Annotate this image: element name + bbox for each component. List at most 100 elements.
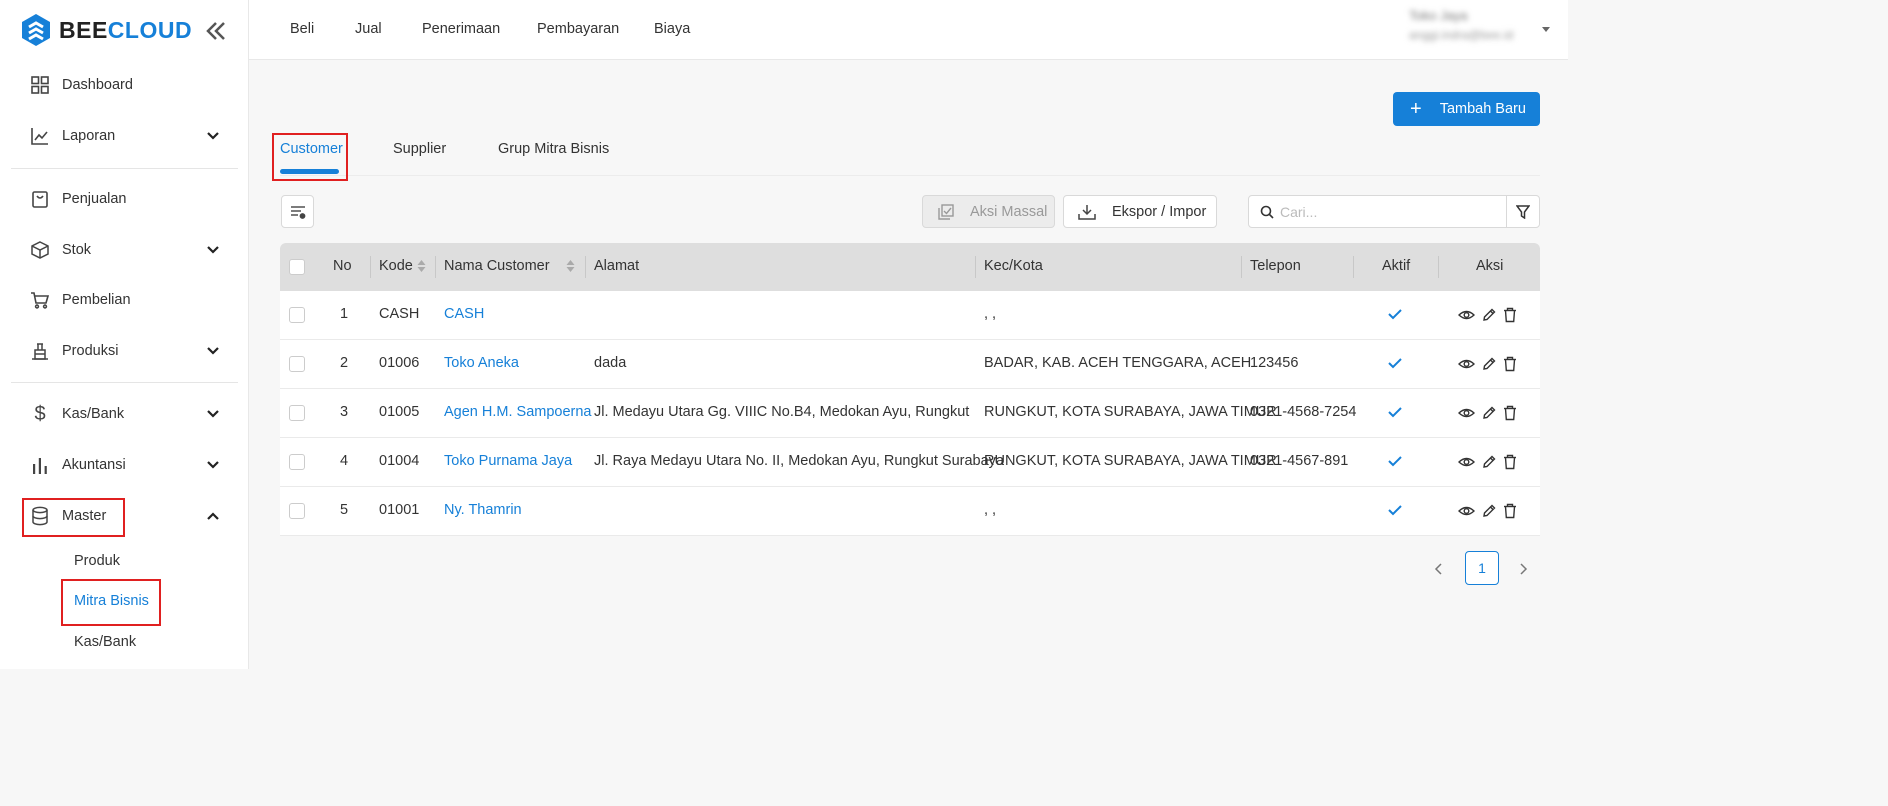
highlight-box-mitra-bisnis xyxy=(61,579,161,626)
topmenu-pembayaran[interactable]: Pembayaran xyxy=(537,21,619,37)
column-header-nama-customer[interactable]: Nama Customer xyxy=(444,258,550,274)
factory-icon xyxy=(30,341,50,361)
sidebar-item-pembelian[interactable]: Pembelian xyxy=(30,283,226,317)
column-separator xyxy=(975,256,976,278)
chevron-down-icon xyxy=(207,246,219,254)
page-number-button[interactable]: 1 xyxy=(1465,551,1499,585)
row-checkbox[interactable] xyxy=(289,503,305,519)
edit-pencil-icon[interactable] xyxy=(1481,307,1497,323)
column-settings-button[interactable] xyxy=(281,195,314,228)
column-separator xyxy=(435,256,436,278)
search-box xyxy=(1248,195,1507,228)
previous-page-icon[interactable] xyxy=(1430,559,1448,579)
cell-nama-customer[interactable]: CASH xyxy=(444,306,484,322)
bulk-action-button[interactable]: Aksi Massal xyxy=(922,195,1055,228)
select-all-checkbox[interactable] xyxy=(289,259,305,275)
add-new-button[interactable]: + Tambah Baru xyxy=(1393,92,1540,126)
dollar-icon: $ xyxy=(34,402,46,425)
sidebar-item-penjualan[interactable]: Penjualan xyxy=(30,182,226,216)
edit-pencil-icon[interactable] xyxy=(1481,405,1497,421)
column-header-kode[interactable]: Kode xyxy=(379,258,426,274)
sort-icon[interactable] xyxy=(566,259,575,273)
sidebar-item-kas-bank[interactable]: $ Kas/Bank xyxy=(30,397,226,431)
search-input[interactable] xyxy=(1280,203,1480,220)
cell-kode: 01006 xyxy=(379,355,420,371)
export-import-button[interactable]: Ekspor / Impor xyxy=(1063,195,1217,228)
cell-nama-customer[interactable]: Toko Purnama Jaya xyxy=(444,453,572,469)
view-eye-icon[interactable] xyxy=(1458,454,1475,470)
edit-pencil-icon[interactable] xyxy=(1481,503,1497,519)
logo[interactable]: BEECLOUD xyxy=(21,13,192,47)
topmenu-biaya[interactable]: Biaya xyxy=(654,21,690,37)
row-checkbox[interactable] xyxy=(289,307,305,323)
cart-icon xyxy=(30,290,50,310)
topmenu-penerimaan[interactable]: Penerimaan xyxy=(422,21,500,37)
cell-nama-customer[interactable]: Toko Aneka xyxy=(444,355,519,371)
active-check-icon xyxy=(1388,407,1402,418)
bar-chart-icon xyxy=(30,455,50,475)
row-checkbox[interactable] xyxy=(289,356,305,372)
tab-grup-mitra-bisnis[interactable]: Grup Mitra Bisnis xyxy=(498,141,609,157)
caret-down-icon[interactable] xyxy=(1542,27,1550,32)
cell-no: 1 xyxy=(340,306,349,322)
delete-trash-icon[interactable] xyxy=(1503,307,1517,323)
row-checkbox[interactable] xyxy=(289,454,305,470)
column-header-kec-kota: Kec/Kota xyxy=(984,258,1043,274)
sidebar-item-label: Kas/Bank xyxy=(62,406,125,422)
beecloud-logo-icon xyxy=(22,14,50,46)
cell-no: 2 xyxy=(340,355,349,371)
sidebar: BEECLOUD Dashboard Laporan Penjualan Sto… xyxy=(0,0,249,669)
row-checkbox[interactable] xyxy=(289,405,305,421)
topmenu-beli[interactable]: Beli xyxy=(290,21,314,37)
box-icon xyxy=(30,240,50,260)
view-eye-icon[interactable] xyxy=(1458,307,1475,323)
delete-trash-icon[interactable] xyxy=(1503,503,1517,519)
row-actions xyxy=(1458,405,1517,421)
cell-kec-kota: RUNGKUT, KOTA SURABAYA, JAWA TIMUR xyxy=(984,404,1277,420)
highlight-box-master xyxy=(22,498,125,537)
topmenu-jual[interactable]: Jual xyxy=(355,21,382,37)
edit-pencil-icon[interactable] xyxy=(1481,454,1497,470)
view-eye-icon[interactable] xyxy=(1458,405,1475,421)
sidebar-subitem-kas-bank[interactable]: Kas/Bank xyxy=(74,634,136,650)
active-check-icon xyxy=(1388,456,1402,467)
row-actions xyxy=(1458,356,1517,372)
row-actions xyxy=(1458,503,1517,519)
search-icon xyxy=(1260,205,1274,219)
sidebar-item-label: Pembelian xyxy=(62,292,131,308)
edit-pencil-icon[interactable] xyxy=(1481,356,1497,372)
view-eye-icon[interactable] xyxy=(1458,503,1475,519)
delete-trash-icon[interactable] xyxy=(1503,356,1517,372)
view-eye-icon[interactable] xyxy=(1458,356,1475,372)
cell-kec-kota: , , xyxy=(984,502,997,518)
sort-icon xyxy=(417,260,426,273)
cell-no: 5 xyxy=(340,502,349,518)
chevron-down-icon xyxy=(207,461,219,469)
cell-nama-customer[interactable]: Ny. Thamrin xyxy=(444,502,522,518)
next-page-icon[interactable] xyxy=(1514,559,1532,579)
active-check-icon xyxy=(1388,309,1402,320)
cell-no: 4 xyxy=(340,453,349,469)
collapse-sidebar-icon[interactable] xyxy=(203,18,229,44)
line-chart-icon xyxy=(30,126,50,146)
delete-trash-icon[interactable] xyxy=(1503,405,1517,421)
sidebar-item-akuntansi[interactable]: Akuntansi xyxy=(30,448,226,482)
sidebar-item-laporan[interactable]: Laporan xyxy=(30,119,226,153)
sidebar-item-produksi[interactable]: Produksi xyxy=(30,334,226,368)
user-email: anggi.indra@bee.id xyxy=(1409,28,1514,42)
cell-kode: CASH xyxy=(379,306,420,322)
delete-trash-icon[interactable] xyxy=(1503,454,1517,470)
sidebar-subitem-produk[interactable]: Produk xyxy=(74,553,120,569)
sidebar-item-stok[interactable]: Stok xyxy=(30,233,226,267)
filter-button[interactable] xyxy=(1506,195,1540,228)
cell-no: 3 xyxy=(340,404,349,420)
sidebar-item-label: Dashboard xyxy=(62,77,133,93)
topbar: Beli Jual Penerimaan Pembayaran Biaya To… xyxy=(249,0,1568,60)
dashboard-grid-icon xyxy=(30,75,50,95)
column-header-no: No xyxy=(333,258,352,274)
user-menu[interactable]: Toko Jaya anggi.indra@bee.id xyxy=(1409,8,1549,42)
cell-nama-customer[interactable]: Agen H.M. Sampoerna xyxy=(444,404,592,420)
sidebar-item-dashboard[interactable]: Dashboard xyxy=(30,68,226,102)
filter-icon xyxy=(1516,204,1530,219)
tab-supplier[interactable]: Supplier xyxy=(393,141,446,157)
